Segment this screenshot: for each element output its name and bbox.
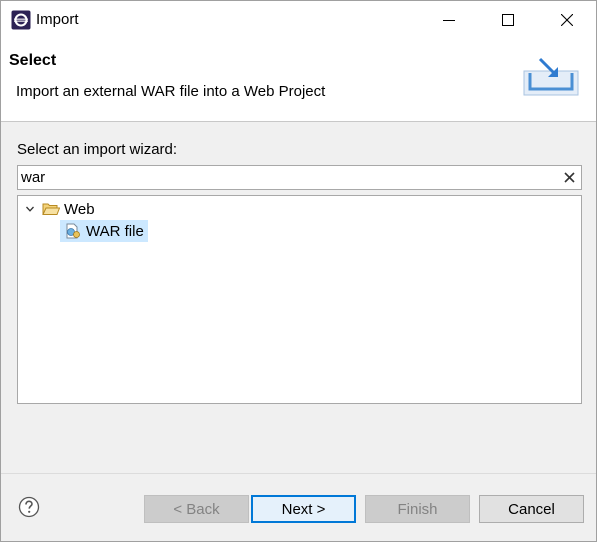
- close-icon: [561, 14, 573, 26]
- clear-filter-button[interactable]: [561, 169, 578, 186]
- minimize-icon: [443, 20, 455, 21]
- wizard-tree[interactable]: Web WAR file: [17, 195, 582, 404]
- filter-input[interactable]: [21, 168, 551, 187]
- cancel-button[interactable]: Cancel: [479, 495, 584, 523]
- wizard-header: Select Import an external WAR file into …: [1, 39, 596, 122]
- maximize-button[interactable]: [479, 1, 537, 39]
- window-title: Import: [36, 11, 79, 28]
- eclipse-app-icon: [11, 10, 31, 30]
- title-bar: Import: [1, 1, 596, 39]
- folder-open-icon: [42, 201, 60, 217]
- tree-item-label: WAR file: [86, 222, 144, 240]
- filter-field: [17, 165, 582, 190]
- maximize-icon: [502, 14, 514, 26]
- tree-item-war-file[interactable]: WAR file: [60, 220, 148, 242]
- page-title: Select: [9, 52, 57, 69]
- clear-icon: [564, 172, 575, 183]
- close-button[interactable]: [538, 1, 596, 39]
- minimize-button[interactable]: [420, 1, 478, 39]
- help-icon: [18, 496, 40, 518]
- finish-button[interactable]: Finish: [365, 495, 470, 523]
- wizard-label: Select an import wizard:: [17, 141, 178, 158]
- chevron-down-icon[interactable]: [22, 201, 38, 217]
- tree-item-label: Web: [64, 200, 95, 218]
- import-dialog: Import Select Import an external WAR fil…: [0, 0, 597, 542]
- war-file-icon: [64, 223, 82, 239]
- back-button[interactable]: < Back: [144, 495, 249, 523]
- tree-item-web[interactable]: Web: [22, 198, 95, 220]
- page-description: Import an external WAR file into a Web P…: [16, 83, 326, 100]
- next-button[interactable]: Next >: [251, 495, 356, 523]
- help-button[interactable]: [18, 496, 40, 518]
- footer-divider: [1, 473, 596, 474]
- import-tray-icon: [522, 53, 580, 97]
